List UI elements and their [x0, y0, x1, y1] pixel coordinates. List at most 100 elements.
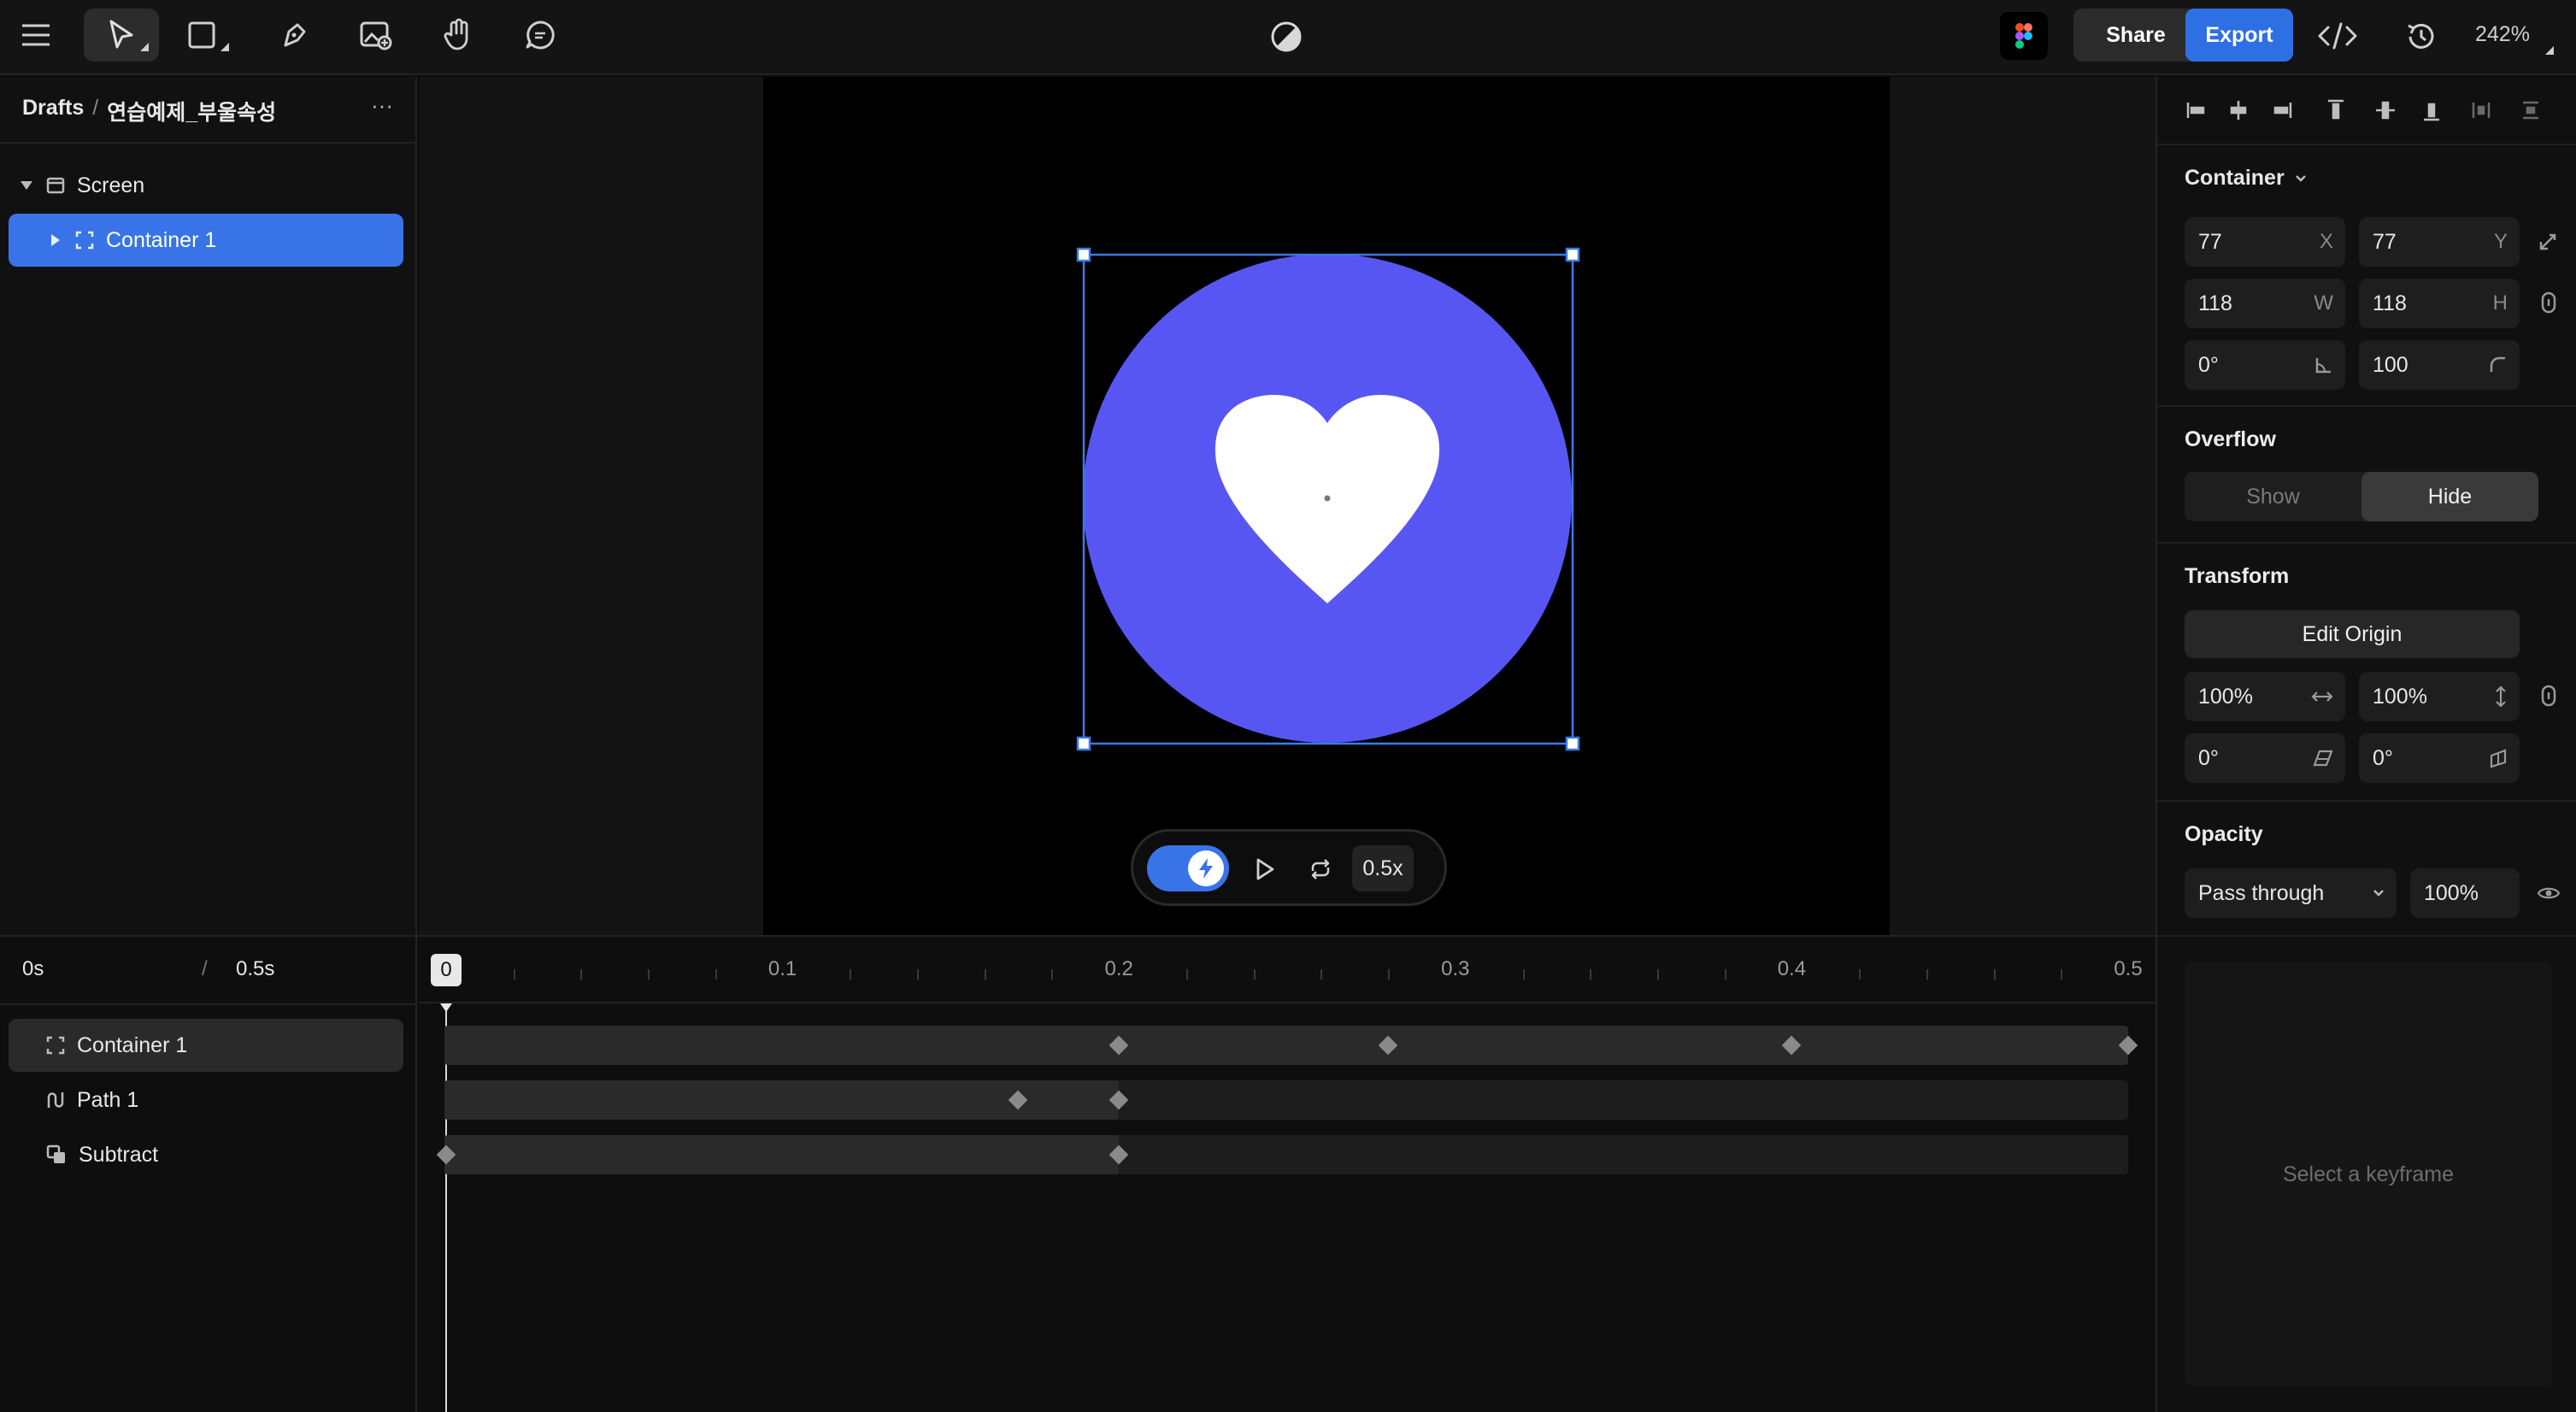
zoom-dropdown-icon[interactable] — [2545, 46, 2554, 55]
resize-handle-top-right[interactable] — [1565, 247, 1580, 262]
overflow-show-option[interactable]: Show — [2185, 472, 2361, 521]
width-value: 118 — [2198, 291, 2232, 315]
artboard-screen[interactable]: 0.5x — [763, 77, 1890, 935]
scale-y-value: 100% — [2373, 684, 2427, 709]
figma-icon[interactable] — [2000, 12, 2048, 60]
keyframe-diamond[interactable] — [1109, 1035, 1129, 1056]
playhead-line[interactable] — [445, 1005, 447, 1412]
timeline-layer-label: Subtract — [79, 1142, 159, 1167]
opacity-value: 100% — [2424, 880, 2479, 905]
element-type-dropdown[interactable]: Container — [2185, 166, 2307, 191]
share-button[interactable]: Share — [2073, 9, 2198, 62]
skew-x-input[interactable]: 0° — [2185, 733, 2345, 783]
pen-tool-icon[interactable] — [256, 9, 332, 62]
timeline-track[interactable] — [444, 1026, 2128, 1065]
ruler-tick — [1185, 969, 1188, 980]
constraints-icon[interactable] — [2537, 229, 2561, 253]
top-toolbar: Share Export 242% — [0, 0, 2576, 75]
playhead-marker[interactable] — [440, 1003, 452, 1012]
scale-y-input[interactable]: 100% — [2359, 672, 2520, 721]
track-segment[interactable] — [444, 1135, 1120, 1174]
align-right-icon — [2273, 103, 2292, 118]
eye-icon[interactable] — [2537, 881, 2561, 905]
track-segment[interactable] — [444, 1080, 1120, 1120]
duration[interactable]: 0.5s — [236, 957, 274, 981]
hand-tool-icon[interactable] — [421, 9, 496, 62]
current-time[interactable]: 0s — [22, 957, 44, 981]
menu-icon[interactable] — [0, 9, 72, 62]
distribute-h-icon — [2472, 103, 2491, 118]
keyframe-diamond[interactable] — [1378, 1035, 1398, 1056]
x-input[interactable]: 77 X — [2185, 217, 2345, 267]
divider — [2157, 542, 2576, 544]
breadcrumb-root[interactable]: Drafts — [22, 96, 84, 126]
image-tool-icon[interactable] — [338, 9, 414, 62]
keyframe-inspector-empty: Select a keyframe — [2185, 962, 2552, 1386]
ruler-tick-label: 0.5 — [2114, 957, 2143, 980]
x-value: 77 — [2198, 229, 2222, 254]
resize-handle-bottom-right[interactable] — [1565, 736, 1580, 751]
playback-speed-button[interactable]: 0.5x — [1352, 845, 1414, 891]
layer-screen[interactable]: Screen — [9, 159, 403, 212]
breadcrumb-file[interactable]: 연습예제_부울속성 — [107, 96, 276, 126]
lock-ratio-icon[interactable] — [2537, 291, 2561, 315]
divider — [2157, 935, 2576, 937]
ruler-tick — [1522, 969, 1525, 980]
playhead-label[interactable]: 0 — [431, 954, 462, 986]
keyframe-diamond[interactable] — [1109, 1090, 1129, 1110]
skew-y-input[interactable]: 0° — [2359, 733, 2520, 783]
keyframe-diamond[interactable] — [2118, 1035, 2138, 1056]
zoom-level[interactable]: 242% — [2475, 22, 2530, 47]
divider — [2157, 405, 2576, 407]
overflow-segmented-control: Show Hide — [2185, 472, 2538, 521]
blend-mode-select[interactable]: Pass through — [2185, 868, 2397, 918]
timeline-layer-path-1[interactable]: Path 1 — [9, 1074, 403, 1127]
ruler-tick — [1388, 969, 1391, 980]
scale-vertical-icon — [2494, 672, 2508, 721]
select-tool-icon[interactable] — [84, 9, 159, 62]
code-icon[interactable] — [2316, 21, 2359, 51]
y-input[interactable]: 77 Y — [2359, 217, 2520, 267]
y-label: Y — [2493, 230, 2508, 253]
frame-tool-icon[interactable] — [164, 9, 239, 62]
scale-x-input[interactable]: 100% — [2185, 672, 2345, 721]
ruler-tick — [1590, 969, 1592, 980]
width-input[interactable]: 118 W — [2185, 279, 2345, 328]
keyframe-diamond[interactable] — [1008, 1090, 1028, 1110]
more-options-button[interactable]: ··· — [371, 92, 393, 119]
expand-down-icon[interactable] — [21, 181, 32, 190]
timeline-track[interactable] — [444, 1135, 2128, 1174]
timeline-layer-subtract[interactable]: Subtract — [9, 1128, 403, 1181]
height-input[interactable]: 118 H — [2359, 279, 2520, 328]
resize-handle-bottom-left[interactable] — [1076, 736, 1091, 751]
keyframe-diamond[interactable] — [1782, 1035, 1802, 1056]
instant-preview-toggle[interactable] — [1147, 845, 1229, 891]
history-icon[interactable] — [2405, 21, 2438, 53]
layer-container-1[interactable]: Container 1 — [9, 214, 403, 267]
ruler-tick — [513, 969, 515, 980]
timeline-track[interactable] — [444, 1080, 2128, 1120]
ruler-tick — [850, 969, 852, 980]
lock-scale-icon[interactable] — [2537, 684, 2561, 708]
edit-origin-button[interactable]: Edit Origin — [2185, 610, 2520, 658]
ruler-tick — [1724, 969, 1726, 980]
chevron-down-icon — [2295, 174, 2307, 183]
play-icon[interactable] — [1255, 857, 1275, 881]
origin-point[interactable] — [1324, 495, 1331, 502]
export-button[interactable]: Export — [2185, 9, 2293, 62]
track-segment[interactable] — [444, 1026, 2128, 1065]
overflow-hide-option[interactable]: Hide — [2361, 472, 2538, 521]
y-value: 77 — [2373, 229, 2397, 254]
theme-toggle-icon[interactable] — [1270, 21, 1303, 53]
opacity-input[interactable]: 100% — [2410, 868, 2520, 918]
timeline-layer-container-1[interactable]: Container 1 — [9, 1019, 403, 1072]
corner-radius-input[interactable]: 100 — [2359, 340, 2520, 390]
resize-handle-top-left[interactable] — [1076, 247, 1091, 262]
keyframe-diamond[interactable] — [1109, 1144, 1129, 1165]
loop-icon[interactable] — [1308, 857, 1333, 881]
timeline-ruler[interactable]: 0.1 0.2 0.3 0.4 0.5 — [419, 937, 2155, 1003]
rotation-input[interactable]: 0° — [2185, 340, 2345, 390]
expand-right-icon[interactable] — [51, 234, 60, 246]
ruler-tick — [1656, 969, 1659, 980]
comment-tool-icon[interactable] — [503, 9, 578, 62]
